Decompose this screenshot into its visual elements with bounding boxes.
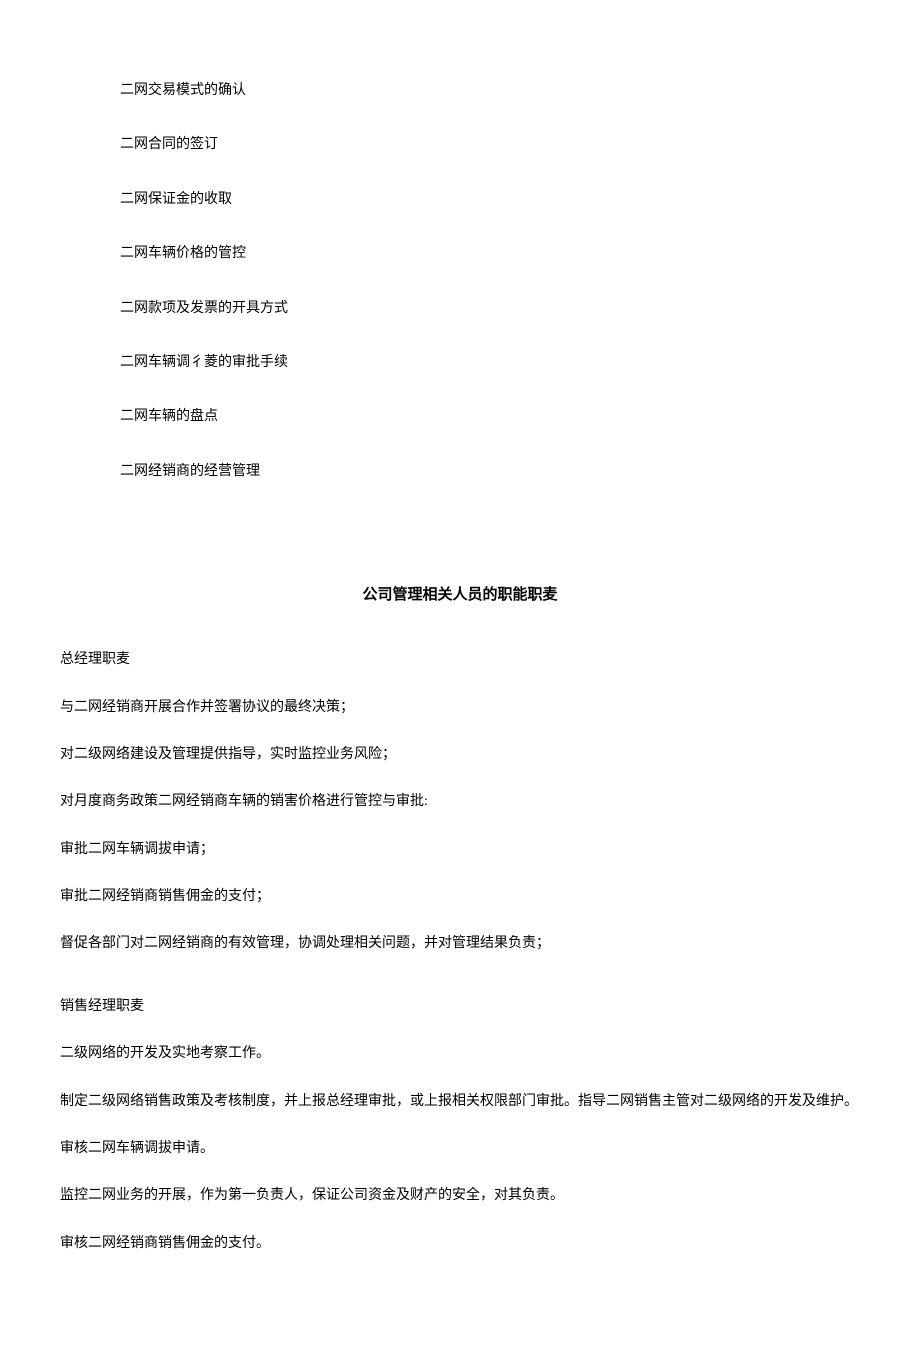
list-item: 二网保证金的收取	[120, 189, 860, 211]
role2-item: 审核二网经销商销售佣金的支付。	[60, 1233, 860, 1255]
role2-item: 二级网络的开发及实地考察工作。	[60, 1043, 860, 1065]
role1-item: 审批二网车辆调拔申请；	[60, 839, 860, 861]
role1-section: 总经理职麦 与二网经销商开展合作并签署协议的最终决策； 对二级网络建设及管理提供…	[60, 649, 860, 956]
list-item: 二网交易模式的确认	[120, 80, 860, 102]
role2-item: 制定二级网络销售政策及考核制度，并上报总经理审批，或上报相关权限部门审批。指导二…	[60, 1091, 860, 1113]
list-item: 二网车辆调彳菱的审批手续	[120, 352, 860, 374]
role1-item: 与二网经销商开展合作并签署协议的最终决策；	[60, 697, 860, 719]
role1-item: 对月度商务政策二网经销商车辆的销害价格进行管控与审批:	[60, 791, 860, 813]
role1-item: 对二级网络建设及管理提供指导，实时监控业务风险；	[60, 744, 860, 766]
indented-list: 二网交易模式的确认 二网合同的签订 二网保证金的收取 二网车辆价格的管控 二网款…	[60, 80, 860, 483]
role2-heading: 销售经理职麦	[60, 996, 860, 1018]
role2-item: 监控二网业务的开展，作为第一负责人，保证公司资金及财产的安全，对其负责。	[60, 1185, 860, 1207]
role1-item: 督促各部门对二网经销商的有效管理，协调处理相关问题，并对管理结果负责；	[60, 933, 860, 955]
list-item: 二网车辆价格的管控	[120, 243, 860, 265]
role2-section: 销售经理职麦 二级网络的开发及实地考察工作。 制定二级网络销售政策及考核制度，并…	[60, 996, 860, 1255]
list-item: 二网经销商的经营管理	[120, 461, 860, 483]
role2-item: 审核二网车辆调拔申请。	[60, 1138, 860, 1160]
list-item: 二网车辆的盘点	[120, 406, 860, 428]
role1-item: 审批二网经销商销售佣金的支付；	[60, 886, 860, 908]
role1-heading: 总经理职麦	[60, 649, 860, 671]
list-item: 二网合同的签订	[120, 134, 860, 156]
list-item: 二网款项及发票的开具方式	[120, 298, 860, 320]
section-title: 公司管理相关人员的职能职麦	[60, 583, 860, 607]
